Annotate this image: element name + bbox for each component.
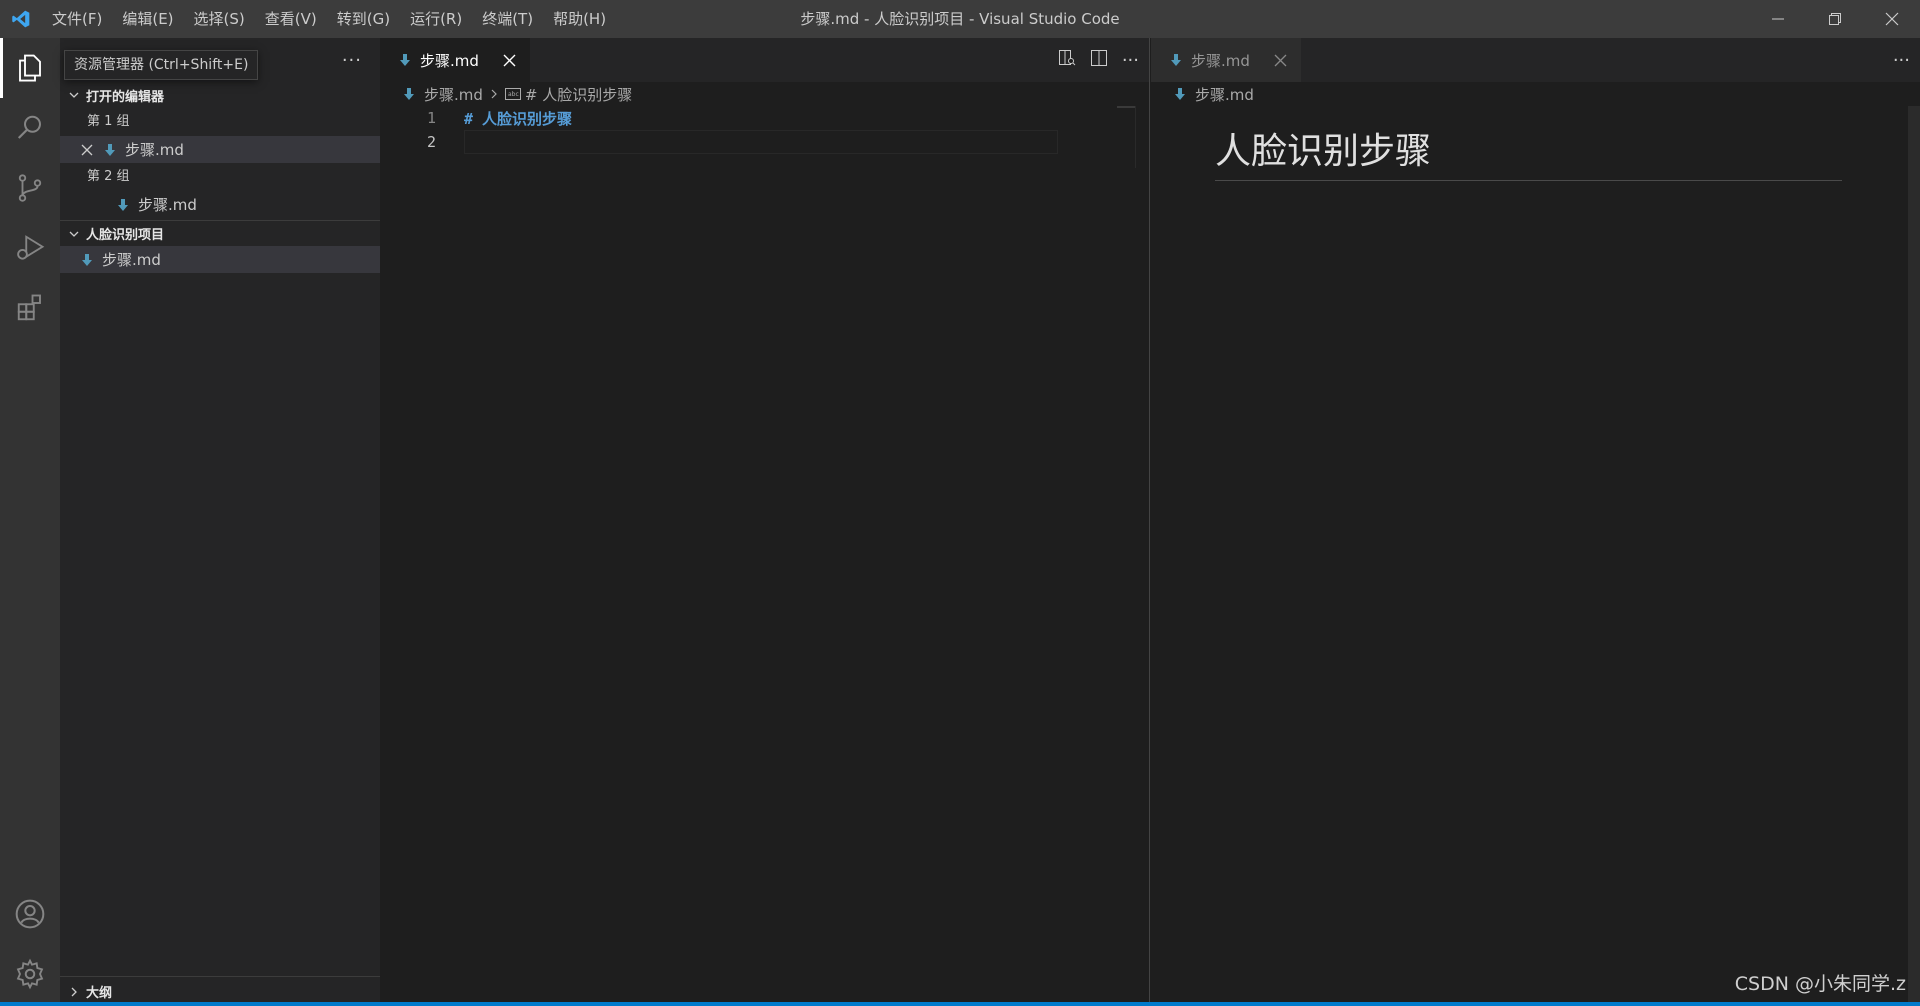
minimap[interactable] xyxy=(1117,106,1135,136)
more-actions-icon[interactable]: ··· xyxy=(1122,50,1139,71)
menu-go[interactable]: 转到(G) xyxy=(327,0,400,38)
search-icon xyxy=(17,115,41,139)
preview-tabs: 步骤.md ··· xyxy=(1151,38,1920,82)
run-debug-icon xyxy=(17,235,45,260)
menu-view[interactable]: 查看(V) xyxy=(255,0,327,38)
menu-selection[interactable]: 选择(S) xyxy=(184,0,255,38)
preview-actions: ··· xyxy=(1893,38,1910,82)
extensions-activity-button[interactable] xyxy=(0,278,60,338)
line-content: # 人脸识别步骤 xyxy=(464,109,573,128)
preview-breadcrumb: 步骤.md xyxy=(1151,82,1920,106)
outline-title: 大纲 xyxy=(86,986,113,1001)
status-bar xyxy=(0,1002,1920,1006)
breadcrumb-file[interactable]: 步骤.md xyxy=(424,84,483,105)
active-indicator xyxy=(0,38,3,98)
watermark: CSDN @小朱同学.z xyxy=(1734,973,1906,995)
line-number: 2 xyxy=(426,133,436,151)
markdown-file-icon xyxy=(402,86,416,102)
open-editors-title: 打开的编辑器 xyxy=(86,89,165,105)
search-activity-button[interactable] xyxy=(0,98,60,158)
editor-actions: ··· xyxy=(1058,38,1139,82)
minimize-icon xyxy=(1771,18,1784,20)
current-line-highlight xyxy=(464,130,1058,154)
editor-group-1: 步骤.md ··· 步骤.md abc # 人脸识别步骤 1 # 人脸识别步骤 … xyxy=(380,38,1150,1006)
menu-help[interactable]: 帮助(H) xyxy=(543,0,616,38)
preview-scrollbar[interactable] xyxy=(1908,106,1920,1006)
close-window-button[interactable] xyxy=(1863,0,1920,38)
markdown-file-icon xyxy=(398,52,412,68)
minimize-button[interactable] xyxy=(1749,0,1806,38)
close-editor-icon[interactable] xyxy=(60,144,93,156)
project-folder-title: 人脸识别项目 xyxy=(86,228,165,243)
file-tree-item[interactable]: 步骤.md xyxy=(60,246,380,273)
explorer-activity-button[interactable] xyxy=(0,38,60,98)
open-editor-item[interactable]: 步骤.md xyxy=(60,136,380,163)
close-tab-icon[interactable] xyxy=(1274,54,1287,67)
split-editor-icon[interactable] xyxy=(1090,49,1108,71)
menu-run[interactable]: 运行(R) xyxy=(400,0,472,38)
markdown-file-icon xyxy=(116,197,130,213)
restore-icon xyxy=(1828,13,1841,25)
breadcrumb: 步骤.md abc # 人脸识别步骤 xyxy=(380,82,1149,106)
activity-bar xyxy=(0,38,60,1006)
explorer-tooltip: 资源管理器 (Ctrl+Shift+E) xyxy=(64,50,259,80)
code-line[interactable]: 1 # 人脸识别步骤 xyxy=(380,106,1149,130)
files-icon xyxy=(19,54,41,82)
tab-preview-steps-md[interactable]: 步骤.md xyxy=(1151,38,1301,82)
close-tab-icon[interactable] xyxy=(503,54,516,67)
source-control-icon xyxy=(18,174,42,202)
chevron-down-icon xyxy=(66,89,82,101)
markdown-file-icon xyxy=(1173,86,1187,102)
more-actions-icon[interactable]: ··· xyxy=(1893,50,1910,71)
explorer-sidebar: ··· 打开的编辑器 第 1 组 步骤.md 第 2 组 步骤.md 人脸识别项… xyxy=(60,38,380,1006)
markdown-file-icon xyxy=(80,252,94,268)
account-icon xyxy=(15,899,45,929)
gear-icon xyxy=(16,958,44,990)
restore-button[interactable] xyxy=(1806,0,1863,38)
window-controls xyxy=(1749,0,1920,38)
group-1-label: 第 1 组 xyxy=(87,114,130,129)
run-debug-activity-button[interactable] xyxy=(0,218,60,278)
menu-terminal[interactable]: 终端(T) xyxy=(472,0,543,38)
markdown-file-icon xyxy=(1169,52,1183,68)
menu-edit[interactable]: 编辑(E) xyxy=(112,0,183,38)
tab-label: 步骤.md xyxy=(420,51,479,70)
chevron-right-icon xyxy=(66,986,82,998)
code-editor[interactable]: 1 # 人脸识别步骤 2 xyxy=(380,106,1149,154)
preview-breadcrumb-file[interactable]: 步骤.md xyxy=(1195,84,1254,105)
file-tree-filename: 步骤.md xyxy=(102,251,161,269)
group-2-label: 第 2 组 xyxy=(87,169,130,184)
markdown-preview-group: 步骤.md ··· 步骤.md 人脸识别步骤 CSDN @小朱同学.z xyxy=(1151,38,1920,1006)
menu-file[interactable]: 文件(F) xyxy=(42,0,112,38)
open-editors-section[interactable]: 打开的编辑器 xyxy=(60,82,380,108)
tab-steps-md[interactable]: 步骤.md xyxy=(380,38,530,82)
chevron-right-icon xyxy=(489,88,499,100)
manage-activity-button[interactable] xyxy=(0,944,60,1004)
accounts-activity-button[interactable] xyxy=(0,884,60,944)
close-icon xyxy=(1885,12,1898,26)
project-folder-section[interactable]: 人脸识别项目 xyxy=(60,220,380,246)
vertical-scrollbar[interactable] xyxy=(1135,106,1149,168)
open-editor-filename: 步骤.md xyxy=(138,196,197,214)
preview-content: 人脸识别步骤 xyxy=(1151,106,1920,181)
source-control-activity-button[interactable] xyxy=(0,158,60,218)
more-actions-button[interactable]: ··· xyxy=(342,50,362,71)
vscode-logo-icon xyxy=(0,0,42,38)
svg-text:abc: abc xyxy=(508,91,519,98)
extensions-icon xyxy=(17,294,41,321)
string-symbol-icon: abc xyxy=(504,88,521,100)
tab-label: 步骤.md xyxy=(1191,51,1250,70)
open-editor-filename: 步骤.md xyxy=(125,141,184,159)
menu-bar: 文件(F) 编辑(E) 选择(S) 查看(V) 转到(G) 运行(R) 终端(T… xyxy=(42,0,616,38)
line-number: 1 xyxy=(426,109,436,127)
open-preview-to-side-icon[interactable] xyxy=(1058,49,1076,71)
editor-tabs: 步骤.md ··· xyxy=(380,38,1149,82)
open-editor-item[interactable]: 步骤.md xyxy=(60,191,380,218)
title-bar: 文件(F) 编辑(E) 选择(S) 查看(V) 转到(G) 运行(R) 终端(T… xyxy=(0,0,1920,38)
markdown-file-icon xyxy=(103,142,117,158)
breadcrumb-symbol[interactable]: # 人脸识别步骤 xyxy=(525,84,632,105)
preview-heading: 人脸识别步骤 xyxy=(1215,122,1842,181)
chevron-down-icon xyxy=(66,228,82,240)
